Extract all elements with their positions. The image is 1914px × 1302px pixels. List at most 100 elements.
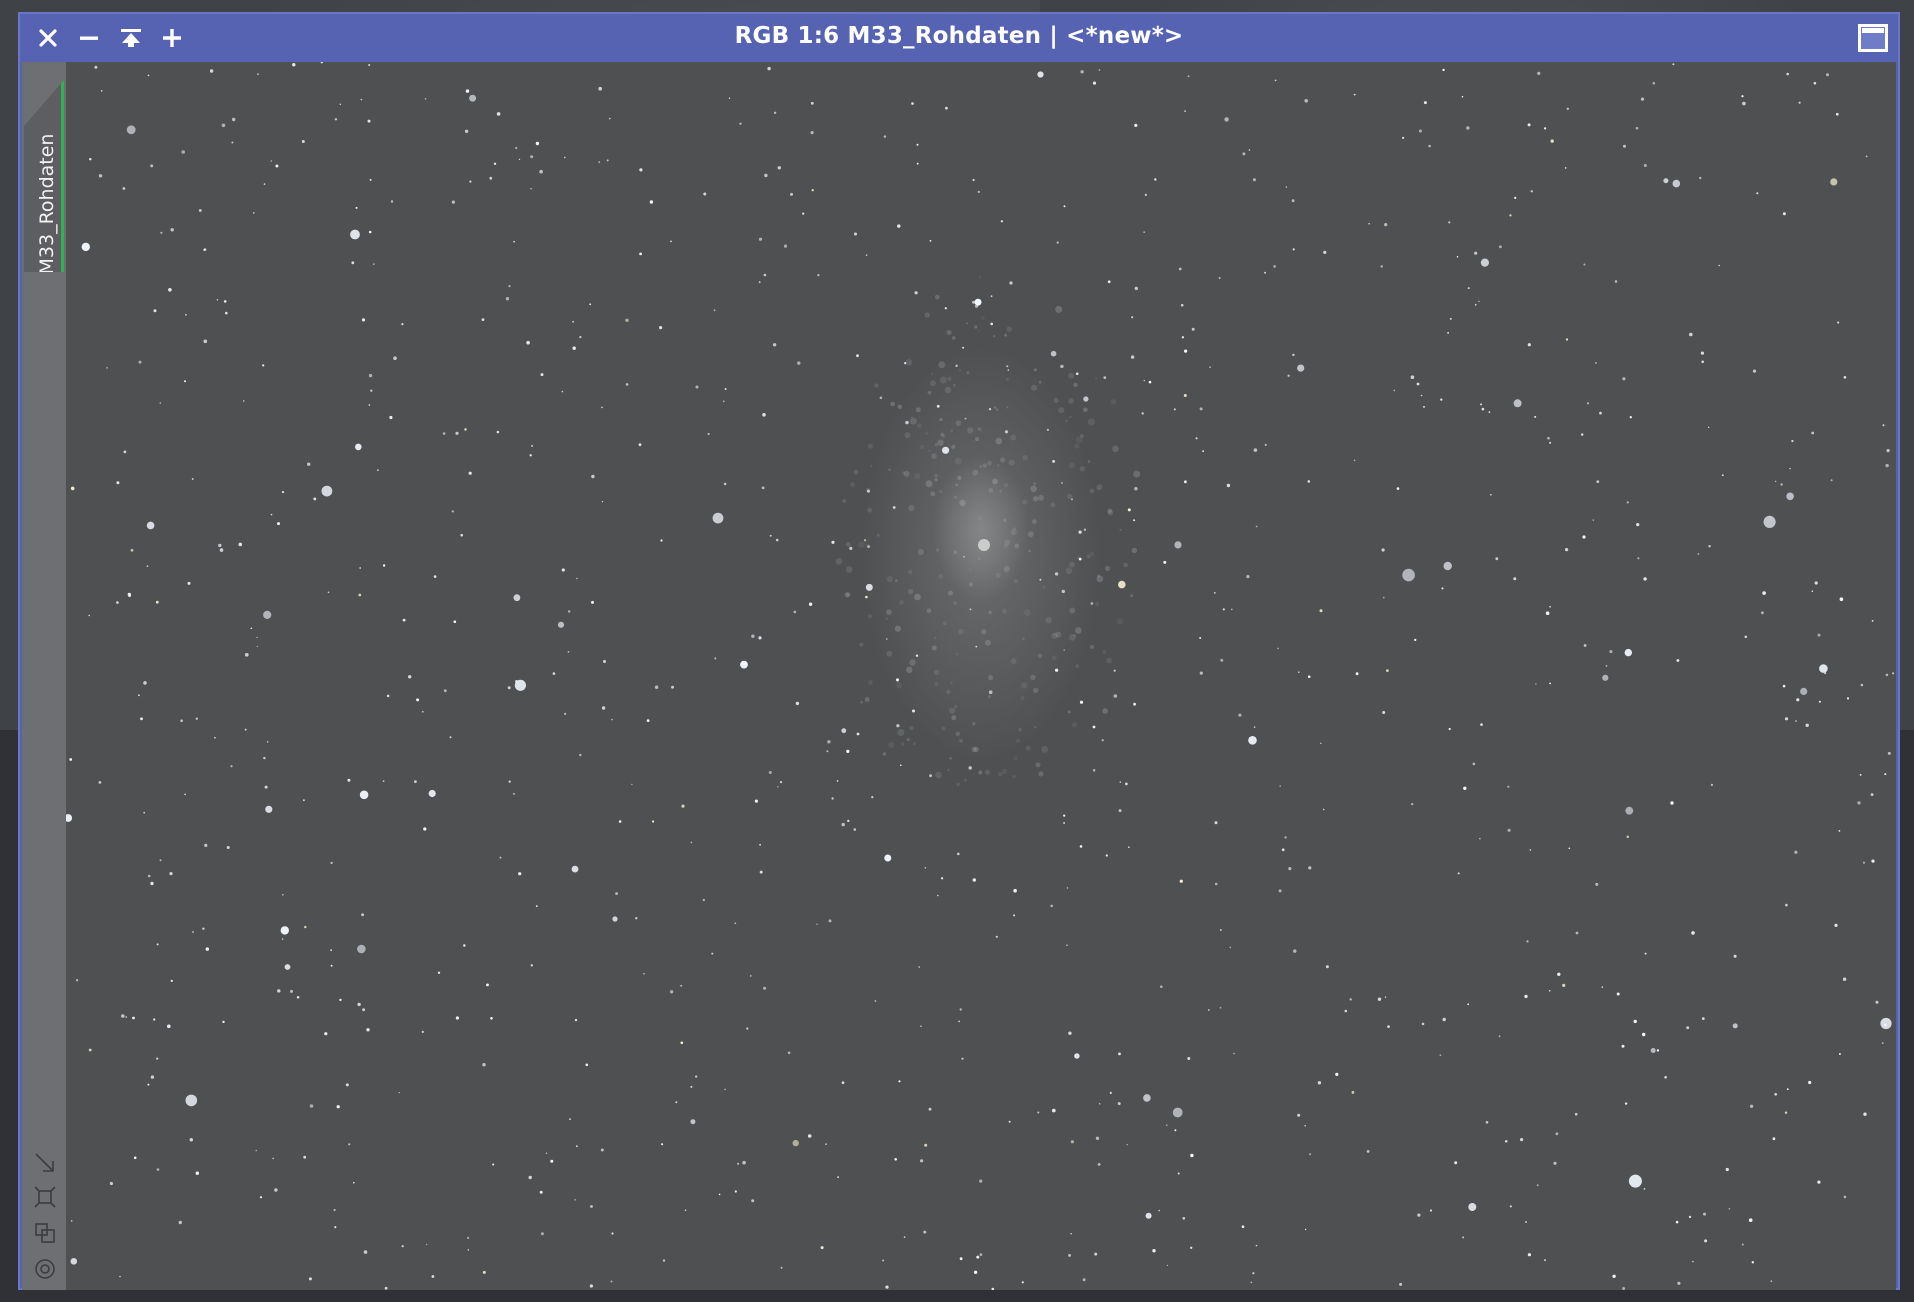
star	[1461, 95, 1464, 98]
star	[1701, 1017, 1705, 1020]
star	[1643, 1188, 1646, 1190]
galaxy-dust	[1010, 529, 1017, 536]
galaxy-dust	[886, 609, 892, 615]
star	[1126, 1144, 1128, 1146]
view-tab[interactable]: M33_Rohdaten	[24, 80, 64, 272]
star	[810, 131, 814, 135]
target-button[interactable]	[34, 1258, 56, 1280]
star	[638, 443, 642, 447]
star	[1574, 1112, 1578, 1116]
galaxy-dust	[972, 469, 979, 476]
star	[361, 913, 364, 917]
star	[612, 916, 618, 922]
star	[1664, 1076, 1667, 1079]
star	[777, 166, 781, 170]
star	[1248, 736, 1257, 745]
star	[826, 750, 829, 753]
star	[1222, 608, 1225, 611]
galaxy-dust	[955, 652, 959, 656]
star	[1387, 1025, 1390, 1028]
star	[1756, 192, 1759, 195]
star	[958, 1020, 960, 1023]
galaxy-dust	[924, 312, 930, 318]
star	[1297, 1113, 1301, 1117]
star	[968, 766, 972, 770]
star	[979, 1253, 983, 1256]
star	[1498, 1035, 1501, 1038]
star	[386, 694, 390, 698]
star	[847, 819, 850, 823]
galaxy-dust	[974, 325, 978, 329]
star	[292, 63, 296, 67]
star	[1416, 382, 1420, 386]
star	[1818, 700, 1821, 703]
star	[955, 364, 958, 367]
galaxy-dust	[967, 427, 974, 434]
star	[143, 681, 147, 685]
star	[1842, 977, 1847, 981]
galaxy-dust	[882, 752, 887, 756]
star	[1288, 867, 1292, 871]
galaxy-dust	[957, 475, 962, 481]
star	[355, 206, 358, 209]
star	[1614, 280, 1618, 283]
star	[1785, 903, 1788, 907]
star	[1485, 1121, 1489, 1124]
star	[1592, 519, 1594, 521]
star	[1319, 609, 1323, 613]
star	[98, 174, 103, 178]
zoom-to-optimal-button[interactable]	[34, 1186, 56, 1208]
star	[262, 364, 265, 367]
star	[1871, 859, 1875, 863]
galaxy-dust	[966, 371, 970, 375]
fit-view-button[interactable]	[34, 1152, 56, 1174]
star	[515, 146, 518, 150]
star	[308, 1277, 312, 1281]
star	[526, 340, 530, 345]
star	[1119, 781, 1122, 783]
image-canvas[interactable]	[66, 62, 1896, 1290]
star	[1082, 1278, 1086, 1282]
star	[1886, 449, 1890, 453]
star	[884, 854, 892, 862]
star	[359, 567, 362, 569]
star	[779, 781, 783, 784]
star	[896, 678, 899, 682]
star	[758, 237, 763, 241]
star	[811, 189, 814, 192]
star	[1862, 861, 1866, 864]
star	[226, 846, 230, 849]
star	[156, 1168, 160, 1171]
galaxy-dust	[925, 432, 928, 435]
star	[783, 244, 788, 248]
star	[1066, 944, 1068, 946]
star	[467, 1249, 469, 1251]
star	[1441, 587, 1444, 590]
star	[1418, 129, 1422, 133]
star	[1052, 460, 1055, 463]
star	[1068, 1031, 1072, 1035]
star	[1843, 376, 1847, 379]
clone-view-button[interactable]	[34, 1222, 56, 1244]
title-bar[interactable]: RGB 1:6 M33_Rohdaten | <*new*>	[20, 14, 1898, 62]
star	[1605, 665, 1608, 667]
star	[1255, 525, 1258, 528]
star	[1772, 1137, 1776, 1141]
galaxy-dust	[933, 636, 937, 640]
galaxy-dust	[1069, 415, 1072, 419]
galaxy-dust	[1035, 762, 1041, 768]
star	[1252, 178, 1256, 182]
maximize-window-button[interactable]	[1858, 24, 1888, 52]
star	[185, 313, 187, 316]
star	[751, 1199, 755, 1203]
galaxy-dust	[988, 695, 991, 699]
star	[1141, 412, 1144, 415]
star	[1224, 117, 1229, 122]
galaxy-dust	[909, 659, 916, 666]
galaxy-dust	[1004, 333, 1008, 337]
star	[1050, 904, 1053, 908]
star	[863, 539, 867, 542]
galaxy-dust	[1034, 726, 1037, 728]
star	[761, 486, 765, 490]
galaxy-dust	[1089, 644, 1094, 649]
